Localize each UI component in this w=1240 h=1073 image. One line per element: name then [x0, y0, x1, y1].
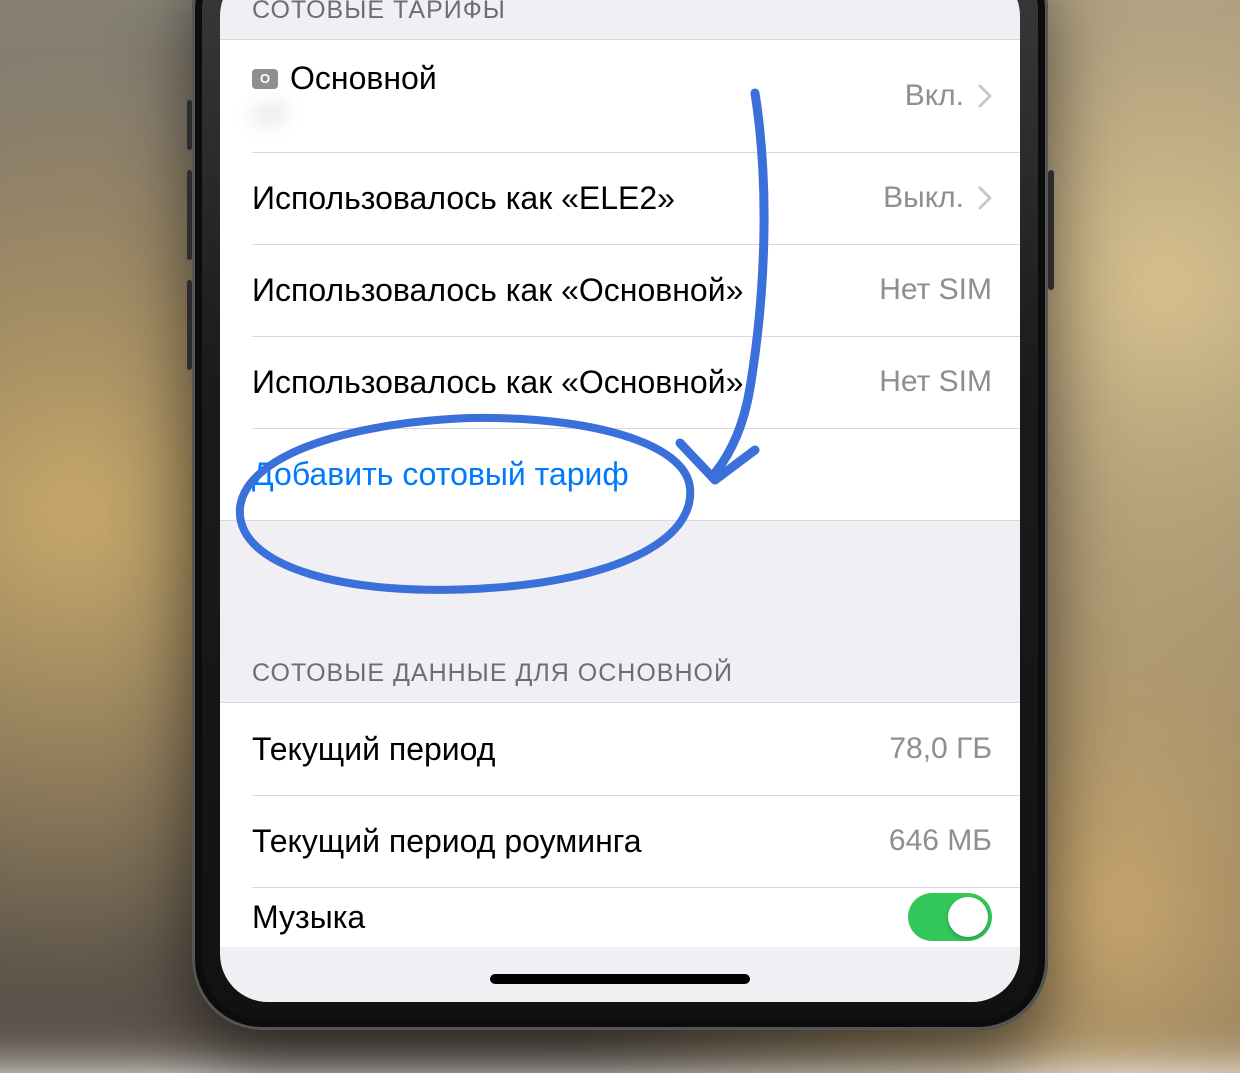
plan-row-ele2[interactable]: Использовалось как «ELE2» Выкл. — [220, 152, 1020, 244]
sim-badge-icon: О — [252, 69, 278, 89]
toggle-switch[interactable] — [908, 893, 992, 941]
chevron-right-icon — [978, 186, 992, 210]
data-row-title: Текущий период — [252, 731, 873, 768]
plan-status: Выкл. — [883, 181, 964, 215]
data-row-title: Текущий период роуминга — [252, 823, 873, 860]
add-cellular-plan-button[interactable]: Добавить сотовый тариф — [220, 428, 1020, 521]
add-plan-label: Добавить сотовый тариф — [252, 456, 992, 493]
plan-row-used-primary-2[interactable]: Использовалось как «Основной» Нет SIM — [220, 336, 1020, 428]
phone-frame: СОТОВЫЕ ТАРИФЫ О Основной +7 Вкл. — [192, 0, 1048, 1030]
data-row-roaming-period[interactable]: Текущий период роуминга 646 МБ — [220, 795, 1020, 887]
section-header-plans: СОТОВЫЕ ТАРИФЫ — [220, 0, 1020, 39]
plan-title: Основной — [290, 60, 437, 97]
data-row-value: 646 МБ — [889, 824, 992, 858]
plan-row-used-primary-1[interactable]: Использовалось как «Основной» Нет SIM — [220, 244, 1020, 336]
plan-status: Нет SIM — [879, 365, 992, 399]
plan-status: Вкл. — [905, 79, 964, 113]
plan-phone-number: +7 — [252, 101, 889, 132]
home-indicator[interactable] — [490, 974, 750, 984]
data-row-title: Музыка — [252, 899, 892, 936]
data-row-value: 78,0 ГБ — [889, 732, 992, 766]
plan-title: Использовалось как «Основной» — [252, 364, 863, 401]
data-row-current-period[interactable]: Текущий период 78,0 ГБ — [220, 702, 1020, 795]
plan-status: Нет SIM — [879, 273, 992, 307]
plan-title: Использовалось как «ELE2» — [252, 180, 867, 217]
chevron-right-icon — [978, 84, 992, 108]
screen: СОТОВЫЕ ТАРИФЫ О Основной +7 Вкл. — [220, 0, 1020, 1002]
plan-title: Использовалось как «Основной» — [252, 272, 863, 309]
data-row-music[interactable]: Музыка — [220, 887, 1020, 947]
section-header-data: СОТОВЫЕ ДАННЫЕ ДЛЯ ОСНОВНОЙ — [220, 631, 1020, 702]
plan-row-primary[interactable]: О Основной +7 Вкл. — [220, 39, 1020, 152]
